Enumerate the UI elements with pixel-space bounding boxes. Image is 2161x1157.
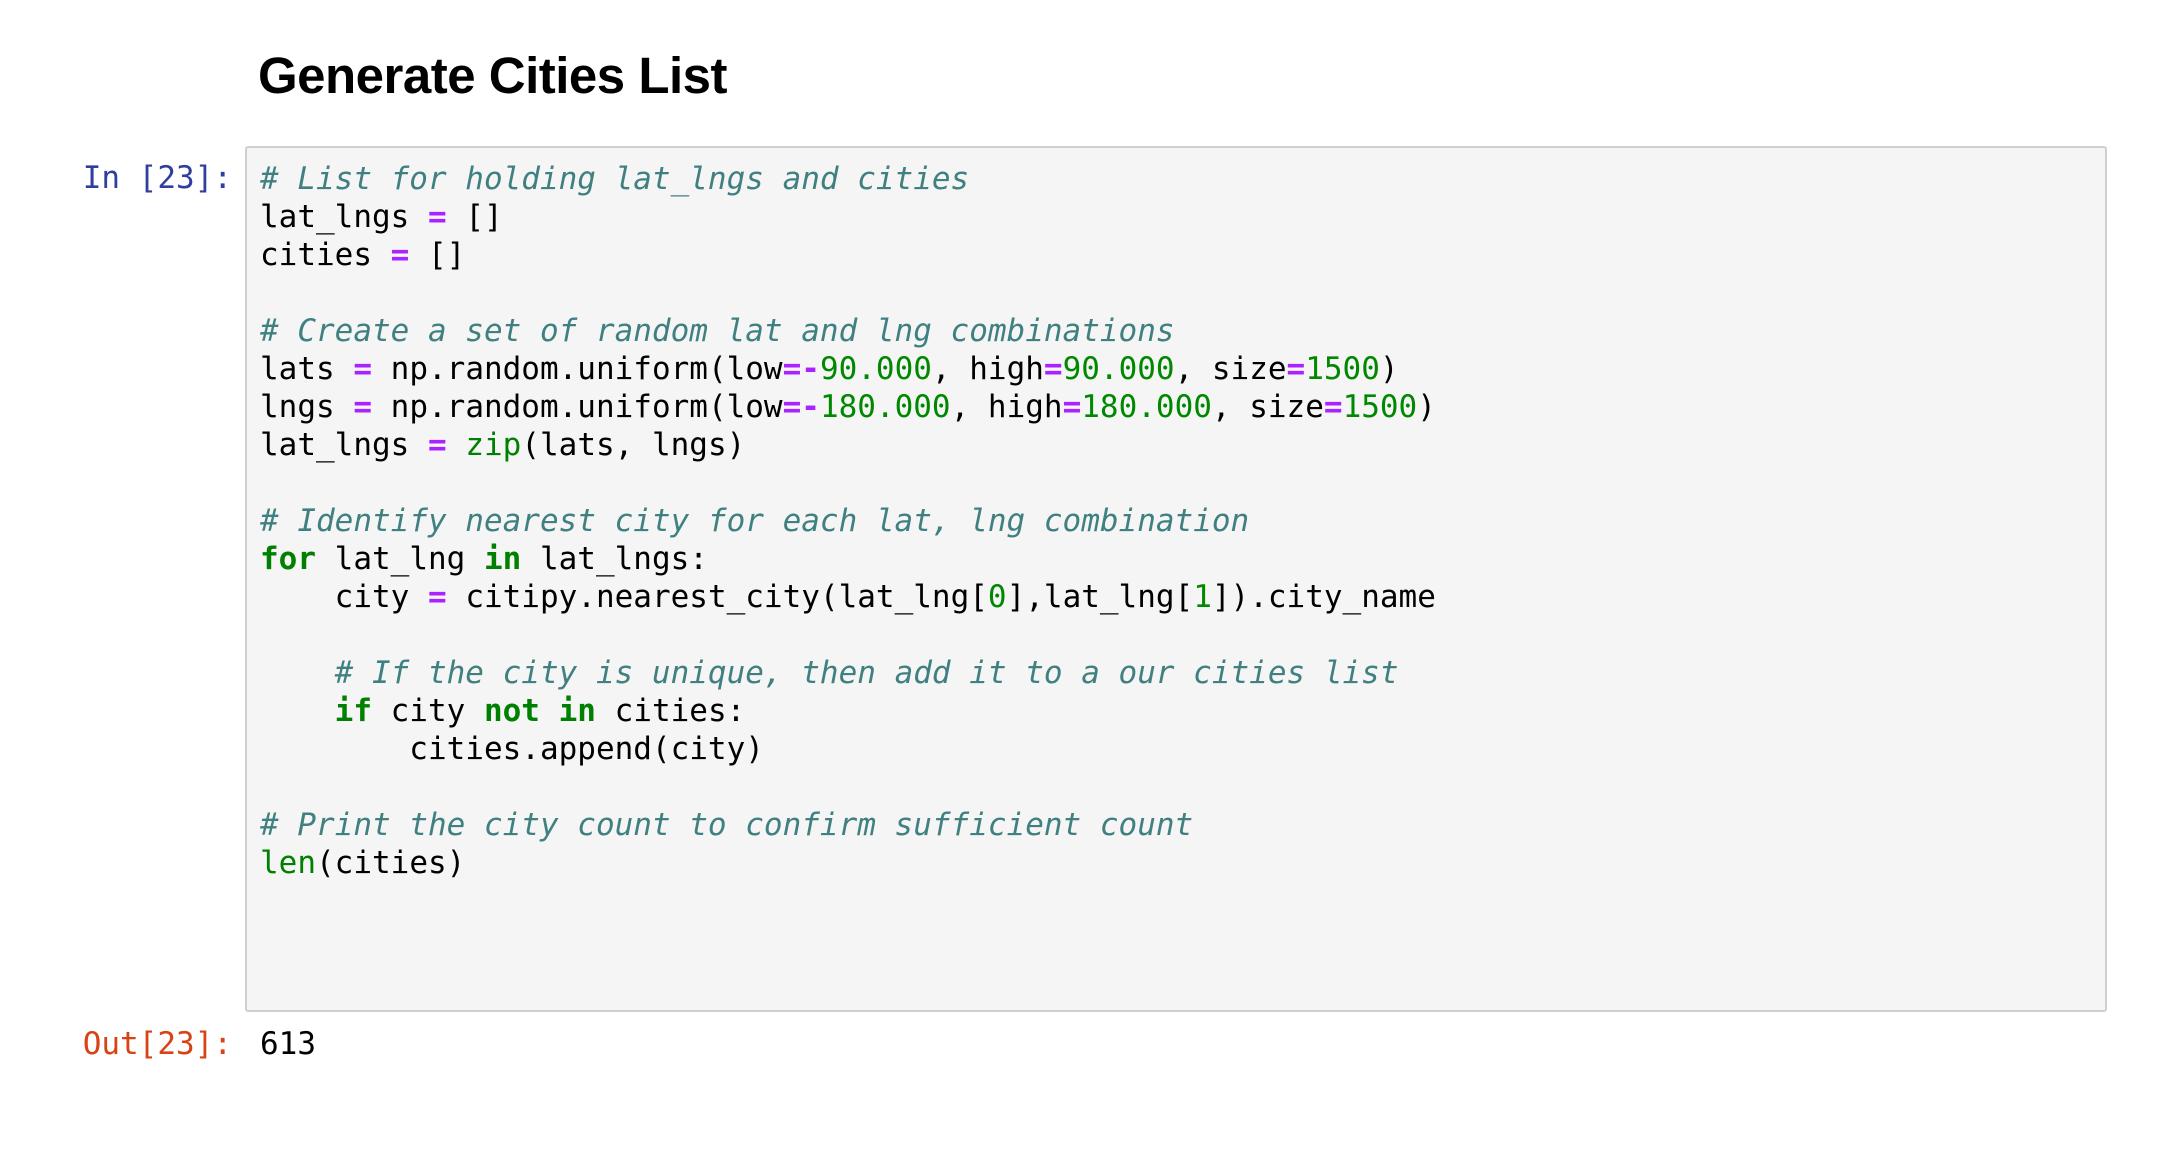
code-token: 1500 [1305,351,1380,387]
code-token: = [427,427,447,463]
code-token: ) [1417,389,1436,425]
code-token: [] [409,237,466,273]
code-line: # If the city is unique, then add it to … [260,654,1436,692]
code-token: in [483,541,522,577]
code-token: lat_lngs: [521,541,708,577]
code-token: cities: [595,693,746,729]
code-token: ],lat_lng[ [1006,579,1194,615]
code-line: len(cities) [260,844,1436,882]
code-token: = [1043,351,1063,387]
input-prompt: In [23]: [82,160,232,196]
code-token: city [260,579,428,615]
code-token: # Print the city count to confirm suffic… [260,807,1194,843]
code-token: ]).city_name [1211,579,1436,615]
code-token: zip [465,427,522,463]
code-token: cities [260,237,391,273]
code-token: in [558,693,596,729]
code-token: lat_lngs [260,427,428,463]
code-line: lngs = np.random.uniform(low=-180.000, h… [260,388,1436,426]
code-token: =- [782,389,820,425]
code-line: # List for holding lat_lngs and cities [260,160,1436,198]
code-token: 1500 [1342,389,1418,425]
code-token: =- [782,351,820,387]
code-editor[interactable]: # List for holding lat_lngs and cities la… [260,160,1436,882]
code-token: cities.append(city) [260,731,764,767]
code-line: cities.append(city) [260,730,1436,768]
markdown-heading: Generate Cities List [258,47,728,104]
code-line: # Create a set of random lat and lng com… [260,312,1436,350]
code-token: = [390,237,410,273]
code-token: if [334,693,372,729]
code-token: for [260,541,316,577]
code-token: 180.000 [819,389,951,425]
notebook-page: Generate Cities List In [23]: # List for… [0,0,2161,1157]
output-prompt: Out[23]: [82,1026,232,1062]
code-token: 0 [987,579,1007,615]
code-line: lats = np.random.uniform(low=-90.000, hi… [260,350,1436,388]
code-token: # List for holding lat_lngs and cities [260,161,970,197]
code-token: (lats, lngs) [521,427,746,463]
code-token: (cities) [316,845,466,881]
code-token: 1 [1193,579,1212,615]
code-token: # Create a set of random lat and lng com… [260,313,1175,349]
code-line: city = citipy.nearest_city(lat_lng[0],la… [260,578,1436,616]
code-line: lat_lngs = zip(lats, lngs) [260,426,1436,464]
code-token: [] [446,199,503,235]
code-token: citipy.nearest_city(lat_lng[ [446,579,988,615]
code-token: city [371,693,484,729]
code-token: = [427,199,447,235]
code-token: np.random.uniform(low [372,351,783,387]
code-token: 90.000 [1062,351,1175,387]
code-token: , size [1211,389,1324,425]
code-token: = [1062,389,1082,425]
code-line: # Identify nearest city for each lat, ln… [260,502,1436,540]
code-line: for lat_lng in lat_lngs: [260,540,1436,578]
code-token: lat_lngs [260,199,428,235]
code-token: = [1286,351,1306,387]
code-token: len [260,845,316,881]
cell-output: 613 [260,1026,316,1062]
code-token: ) [1379,351,1399,387]
code-token: # If the city is unique, then add it to … [334,655,1399,691]
code-token: = [1323,389,1343,425]
code-token: 180.000 [1081,389,1212,425]
code-token: 90.000 [819,351,932,387]
code-token: = [353,389,372,425]
code-token: lngs [260,389,354,425]
code-token: , size [1174,351,1287,387]
code-token: , high [931,351,1044,387]
code-token: lat_lng [316,541,484,577]
code-line: lat_lngs = [] [260,198,1436,236]
code-token: = [353,351,372,387]
code-line: cities = [] [260,236,1436,274]
code-line: if city not in cities: [260,692,1436,730]
code-token: # Identify nearest city for each lat, ln… [260,503,1250,539]
code-token: np.random.uniform(low [372,389,783,425]
code-token: = [427,579,447,615]
code-token: not [483,693,540,729]
code-line: # Print the city count to confirm suffic… [260,806,1436,844]
code-token: , high [950,389,1063,425]
code-token: lats [260,351,354,387]
